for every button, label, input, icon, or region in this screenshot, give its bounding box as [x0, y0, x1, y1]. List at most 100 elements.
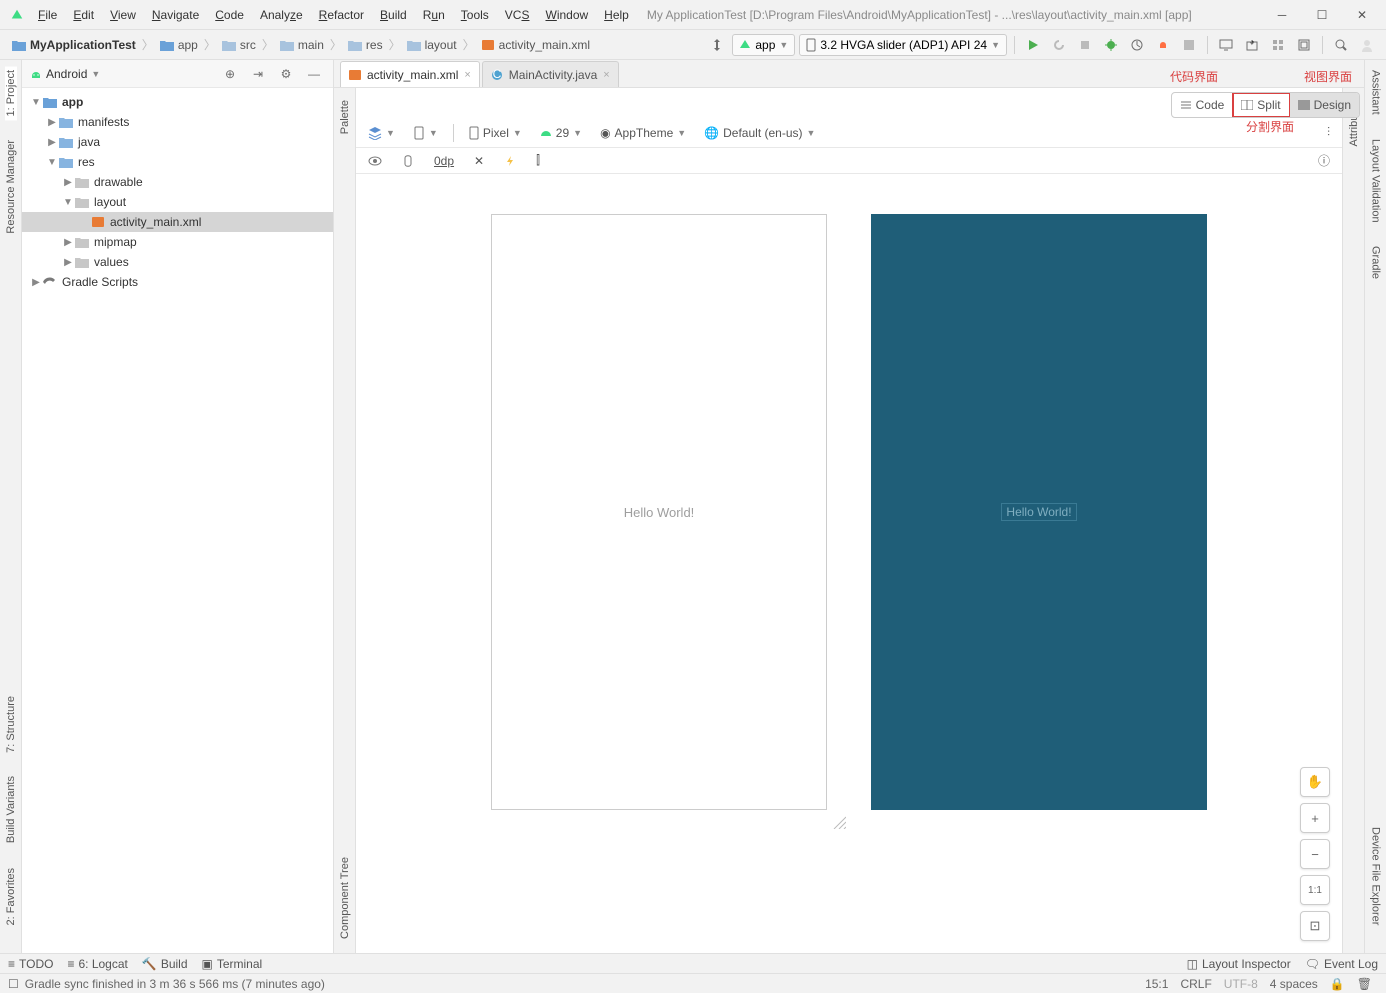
tree-node-manifests[interactable]: ▶manifests	[22, 112, 333, 132]
default-margins[interactable]: 0dp	[428, 150, 460, 172]
gutter-assistant[interactable]: Assistant	[1370, 66, 1382, 119]
tree-node-java[interactable]: ▶java	[22, 132, 333, 152]
tree-node-layout[interactable]: ▼layout	[22, 192, 333, 212]
event-log-tab[interactable]: 🗨 Event Log	[1305, 957, 1378, 971]
sync-gradle-icon[interactable]	[706, 34, 728, 56]
search-everywhere-icon[interactable]	[1330, 34, 1352, 56]
apply-code-changes-icon[interactable]	[1074, 34, 1096, 56]
zoom-fit-button[interactable]: 1:1	[1300, 875, 1330, 905]
logcat-tab[interactable]: ≡ 6: Logcat	[67, 957, 127, 971]
collapse-all-icon[interactable]: ⇥	[247, 63, 269, 85]
autoconnect-icon[interactable]	[396, 150, 420, 172]
terminal-tab[interactable]: ▣ Terminal	[202, 957, 263, 971]
tab-activity-main[interactable]: activity_main.xml×	[340, 61, 480, 87]
zoom-reset-button[interactable]: ⊡	[1300, 911, 1330, 941]
project-tree[interactable]: ▼app ▶manifests ▶java ▼res ▶drawable ▼la…	[22, 88, 333, 953]
layout-inspector-icon[interactable]	[1293, 34, 1315, 56]
design-preview[interactable]: Hello World!	[491, 214, 827, 810]
crumb-src[interactable]: src	[218, 38, 260, 52]
attributes-toggle-icon[interactable]: ⫶	[1321, 122, 1336, 144]
gutter-favorites[interactable]: 2: Favorites	[5, 864, 17, 929]
crumb-res[interactable]: res	[344, 38, 387, 52]
resource-manager-icon[interactable]	[1267, 34, 1289, 56]
gutter-device-file-explorer[interactable]: Device File Explorer	[1370, 823, 1382, 929]
apply-changes-icon[interactable]	[1048, 34, 1070, 56]
infer-constraints-icon[interactable]	[498, 150, 522, 172]
layout-inspector-tab[interactable]: ◫ Layout Inspector	[1187, 957, 1291, 971]
close-icon[interactable]: ×	[603, 69, 609, 81]
window-maximize[interactable]: ☐	[1302, 1, 1342, 29]
menu-edit[interactable]: Edit	[65, 8, 102, 22]
gutter-project[interactable]: 1: Project	[5, 66, 17, 120]
crumb-file[interactable]: activity_main.xml	[477, 38, 594, 52]
menu-run[interactable]: Run	[415, 8, 453, 22]
surface-selector[interactable]: ▼	[362, 122, 401, 144]
attach-debugger-icon[interactable]	[1152, 34, 1174, 56]
menu-vcs[interactable]: VCS	[497, 8, 538, 22]
profile-button[interactable]	[1126, 34, 1148, 56]
window-close[interactable]: ✕	[1342, 1, 1382, 29]
tree-node-drawable[interactable]: ▶drawable	[22, 172, 333, 192]
menu-tools[interactable]: Tools	[453, 8, 497, 22]
tree-node-mipmap[interactable]: ▶mipmap	[22, 232, 333, 252]
crumb-project[interactable]: MyApplicationTest	[8, 38, 140, 52]
menu-view[interactable]: View	[102, 8, 144, 22]
gutter-build-variants[interactable]: Build Variants	[5, 772, 17, 847]
crumb-app[interactable]: app	[156, 38, 202, 52]
user-icon[interactable]	[1356, 34, 1378, 56]
gutter-layout-validation[interactable]: Layout Validation	[1370, 135, 1382, 227]
clear-constraints-icon[interactable]: ✕	[468, 150, 490, 172]
device-selector[interactable]: 3.2 HVGA slider (ADP1) API 24▼	[799, 34, 1007, 56]
component-tree-tab[interactable]: Component Tree	[339, 853, 351, 943]
design-canvas[interactable]: Hello World! Hello World! ✋ + − 1:1 ⊡	[356, 174, 1342, 953]
menu-code[interactable]: Code	[207, 8, 252, 22]
menu-window[interactable]: Window	[537, 8, 596, 22]
tab-mainactivity[interactable]: C MainActivity.java×	[482, 61, 619, 87]
caret-position[interactable]: 15:1	[1139, 977, 1174, 991]
gutter-resource-manager[interactable]: Resource Manager	[5, 136, 17, 238]
menu-navigate[interactable]: Navigate	[144, 8, 207, 22]
locale-selector[interactable]: 🌐Default (en-us)▼	[698, 122, 821, 144]
file-encoding[interactable]: UTF-8	[1218, 977, 1264, 991]
blueprint-preview[interactable]: Hello World!	[871, 214, 1207, 810]
tree-node-values[interactable]: ▶values	[22, 252, 333, 272]
theme-selector[interactable]: ◉AppTheme▼	[594, 122, 692, 144]
menu-analyze[interactable]: Analyze	[252, 8, 311, 22]
line-separator[interactable]: CRLF	[1174, 977, 1217, 991]
api-selector[interactable]: 29▼	[534, 122, 588, 144]
menu-build[interactable]: Build	[372, 8, 415, 22]
memory-indicator-icon[interactable]: 🗑	[1351, 977, 1378, 991]
zoom-out-button[interactable]: −	[1300, 839, 1330, 869]
hide-panel-icon[interactable]: —	[303, 63, 325, 85]
warnings-icon[interactable]: ⓘ	[1312, 150, 1336, 172]
todo-tab[interactable]: ≡ TODO	[8, 957, 53, 971]
pan-button[interactable]: ✋	[1300, 767, 1330, 797]
debug-button[interactable]	[1100, 34, 1122, 56]
crumb-layout[interactable]: layout	[403, 38, 461, 52]
gutter-gradle[interactable]: Gradle	[1370, 242, 1382, 283]
window-minimize[interactable]: ─	[1262, 1, 1302, 29]
select-file-icon[interactable]: ⊕	[219, 63, 241, 85]
tree-node-app[interactable]: ▼app	[22, 92, 333, 112]
mode-code[interactable]: Code	[1172, 93, 1234, 117]
menu-help[interactable]: Help	[596, 8, 637, 22]
palette-tab[interactable]: Palette	[339, 96, 351, 138]
settings-icon[interactable]: ⚙	[275, 63, 297, 85]
crumb-main[interactable]: main	[276, 38, 328, 52]
menu-refactor[interactable]: Refactor	[311, 8, 372, 22]
blueprint-textview[interactable]: Hello World!	[1001, 503, 1076, 521]
zoom-in-button[interactable]: +	[1300, 803, 1330, 833]
project-view-selector[interactable]: Android▼	[30, 67, 219, 81]
orientation-selector[interactable]: ▼	[407, 122, 444, 144]
indent-info[interactable]: 4 spaces	[1264, 977, 1324, 991]
device-type-selector[interactable]: Pixel▼	[463, 122, 528, 144]
module-selector[interactable]: app▼	[732, 34, 795, 56]
resize-handle-icon[interactable]	[830, 813, 846, 829]
close-icon[interactable]: ×	[464, 69, 470, 81]
guidelines-icon[interactable]: ⫿	[530, 150, 546, 172]
tree-node-gradle-scripts[interactable]: ▶Gradle Scripts	[22, 272, 333, 292]
tree-node-res[interactable]: ▼res	[22, 152, 333, 172]
build-tab[interactable]: 🔨 Build	[142, 957, 188, 971]
menu-file[interactable]: File	[30, 8, 65, 22]
mode-split[interactable]: Split	[1233, 93, 1289, 117]
